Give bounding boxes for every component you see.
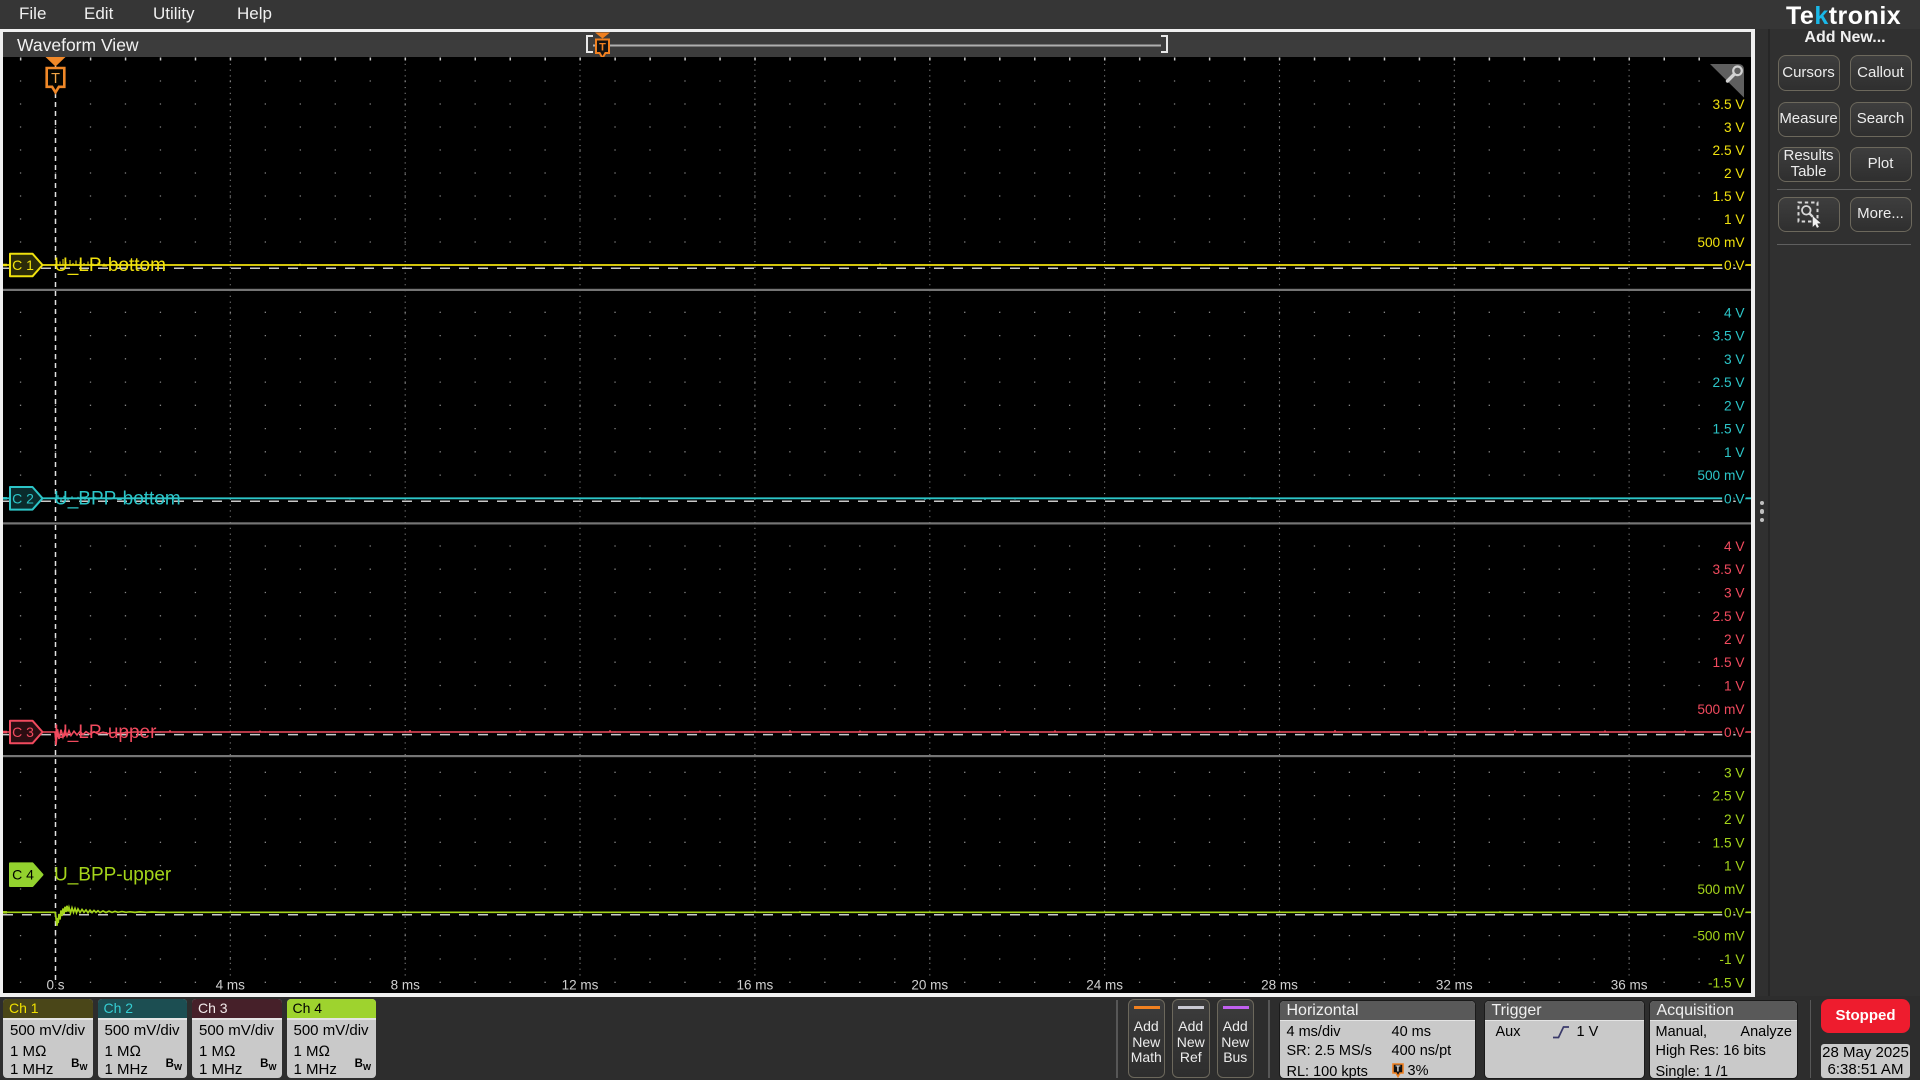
svg-text:3.5 V: 3.5 V xyxy=(1713,97,1746,112)
svg-text:1.5 V: 1.5 V xyxy=(1713,655,1746,670)
svg-text:1.5 V: 1.5 V xyxy=(1713,422,1746,437)
svg-text:1 V: 1 V xyxy=(1724,445,1745,460)
svg-text:1 V: 1 V xyxy=(1724,859,1745,874)
svg-text:0 V: 0 V xyxy=(1724,491,1745,506)
svg-text:0 s: 0 s xyxy=(46,978,64,993)
svg-text:24 ms: 24 ms xyxy=(1086,978,1123,993)
svg-text:T: T xyxy=(1395,1064,1400,1073)
svg-text:4 V: 4 V xyxy=(1724,305,1745,320)
svg-text:3 V: 3 V xyxy=(1724,352,1745,367)
svg-text:8 ms: 8 ms xyxy=(391,978,421,993)
svg-text:U_LP-upper: U_LP-upper xyxy=(54,722,157,743)
svg-text:16 ms: 16 ms xyxy=(737,978,774,993)
svg-text:2 V: 2 V xyxy=(1724,812,1745,827)
svg-text:28 ms: 28 ms xyxy=(1261,978,1298,993)
svg-text:2.5 V: 2.5 V xyxy=(1713,789,1746,804)
svg-text:0 V: 0 V xyxy=(1724,725,1745,740)
svg-text:1.5 V: 1.5 V xyxy=(1713,835,1746,850)
svg-text:-1 V: -1 V xyxy=(1719,952,1745,967)
svg-text:500 mV: 500 mV xyxy=(1697,702,1745,717)
svg-text:32 ms: 32 ms xyxy=(1436,978,1473,993)
svg-text:3 V: 3 V xyxy=(1724,120,1745,135)
svg-text:0 V: 0 V xyxy=(1724,905,1745,920)
svg-text:2.5 V: 2.5 V xyxy=(1713,143,1746,158)
svg-text:U_BPP-bottom: U_BPP-bottom xyxy=(54,488,181,509)
svg-text:1 V: 1 V xyxy=(1724,679,1745,694)
svg-text:3 V: 3 V xyxy=(1724,586,1745,601)
svg-text:-1.5 V: -1.5 V xyxy=(1708,975,1745,990)
svg-text:T: T xyxy=(599,42,606,54)
svg-text:2 V: 2 V xyxy=(1724,166,1745,181)
svg-text:12 ms: 12 ms xyxy=(562,978,599,993)
svg-text:1 V: 1 V xyxy=(1724,212,1745,227)
svg-text:C 1: C 1 xyxy=(12,257,34,273)
svg-text:2.5 V: 2.5 V xyxy=(1713,609,1746,624)
svg-text:3.5 V: 3.5 V xyxy=(1713,329,1746,344)
svg-text:36 ms: 36 ms xyxy=(1611,978,1648,993)
svg-text:-500 mV: -500 mV xyxy=(1693,929,1746,944)
svg-text:T: T xyxy=(51,71,60,87)
svg-text:2 V: 2 V xyxy=(1724,398,1745,413)
svg-text:20 ms: 20 ms xyxy=(911,978,948,993)
svg-text:C 2: C 2 xyxy=(12,490,34,506)
svg-text:500 mV: 500 mV xyxy=(1697,882,1745,897)
svg-text:2.5 V: 2.5 V xyxy=(1713,375,1746,390)
svg-text:U_BPP-upper: U_BPP-upper xyxy=(54,865,172,886)
svg-text:0 V: 0 V xyxy=(1724,258,1745,273)
svg-text:C 3: C 3 xyxy=(12,724,34,740)
svg-text:1.5 V: 1.5 V xyxy=(1713,189,1746,204)
svg-text:500 mV: 500 mV xyxy=(1697,468,1745,483)
svg-text:4 ms: 4 ms xyxy=(216,978,246,993)
svg-text:2 V: 2 V xyxy=(1724,632,1745,647)
svg-text:C 4: C 4 xyxy=(12,867,34,883)
svg-text:U_LP-bottom: U_LP-bottom xyxy=(54,255,166,276)
svg-text:500 mV: 500 mV xyxy=(1697,235,1745,250)
svg-text:3 V: 3 V xyxy=(1724,765,1745,780)
svg-text:3.5 V: 3.5 V xyxy=(1713,562,1746,577)
svg-text:4 V: 4 V xyxy=(1724,539,1745,554)
